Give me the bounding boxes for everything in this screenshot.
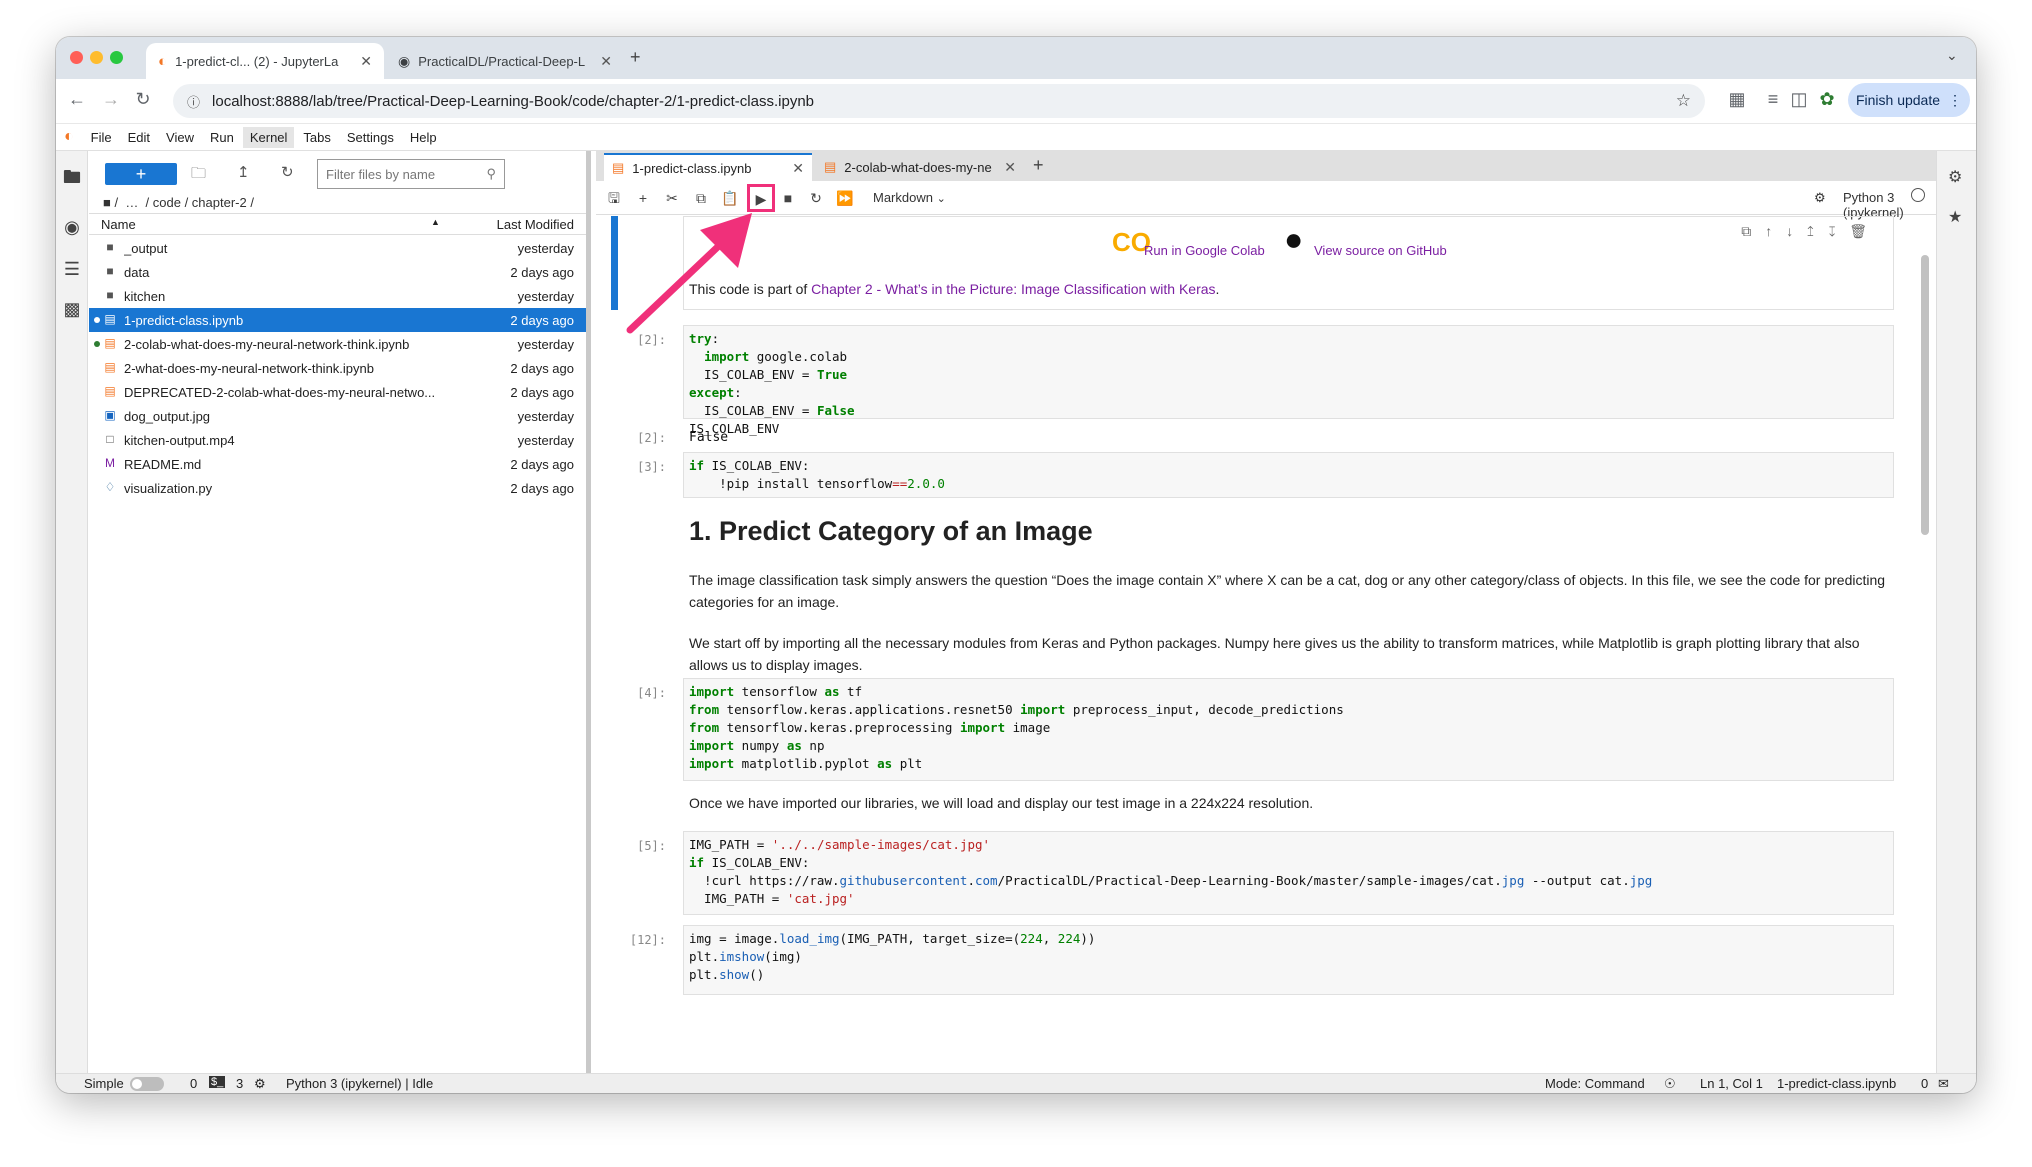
- annotation-arrow: [626, 213, 752, 334]
